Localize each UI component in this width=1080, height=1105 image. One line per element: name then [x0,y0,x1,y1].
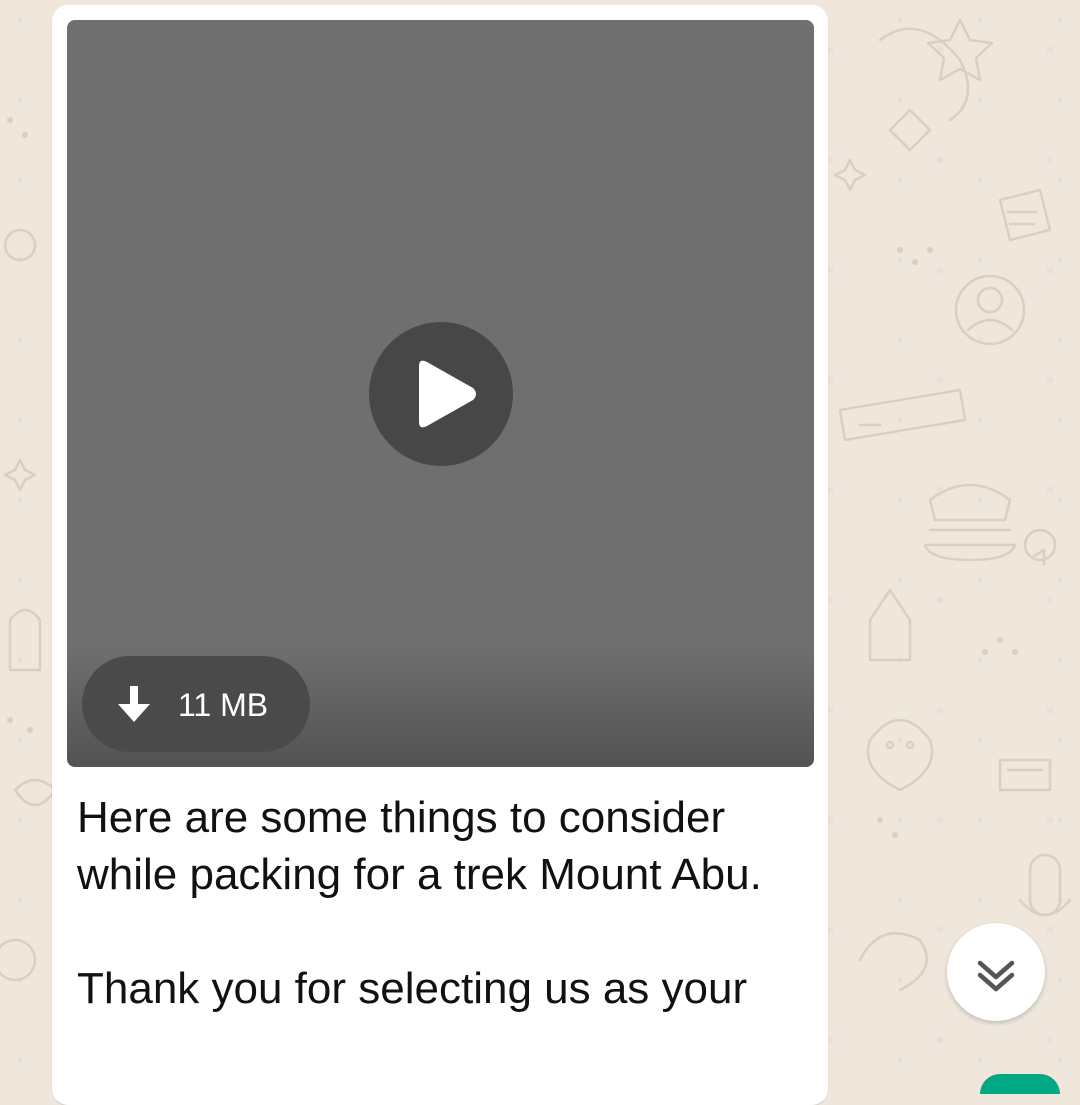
caption-line: Here are some things to consider while p… [77,793,762,899]
scroll-to-bottom-button[interactable] [947,923,1045,1021]
play-button[interactable] [369,322,513,466]
message-caption: Here are some things to consider while p… [77,789,807,1017]
message-bubble: 11 MB Here are some things to consider w… [52,5,828,1105]
caption-paragraph-gap [77,903,807,960]
double-chevron-down-icon [977,960,1015,992]
caption-line: Thank you for selecting us as your [77,964,748,1013]
download-arrow-icon [118,686,150,722]
play-icon [419,360,476,428]
video-thumbnail[interactable]: 11 MB [67,20,814,767]
floating-action-button-edge[interactable] [980,1074,1060,1094]
file-size-label: 11 MB [178,687,269,723]
download-button[interactable]: 11 MB [82,656,310,752]
